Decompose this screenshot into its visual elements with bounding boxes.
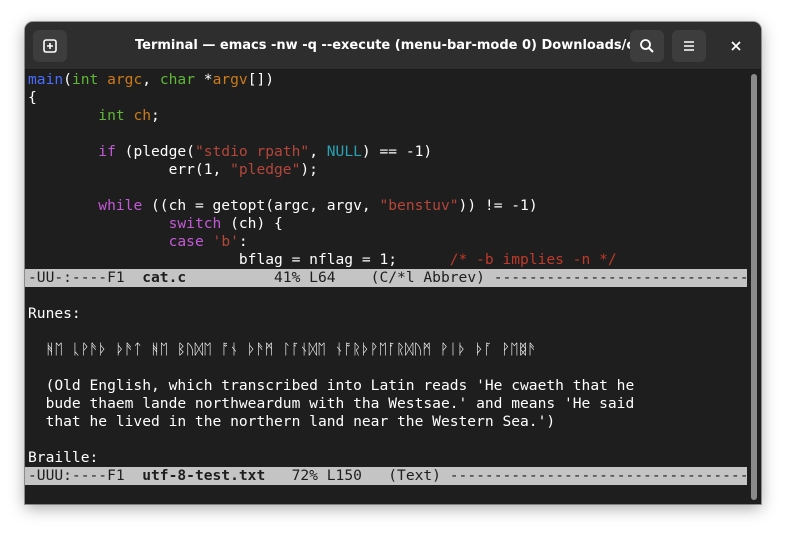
text-line: Braille: — [28, 449, 98, 467]
text-segment — [28, 215, 169, 232]
scrollbar[interactable] — [747, 70, 761, 504]
text-segment — [28, 233, 169, 250]
hamburger-menu-icon — [684, 41, 694, 51]
text-segment: (ch) { — [221, 215, 283, 232]
text-segment: err(1, — [28, 161, 231, 178]
text-segment: switch — [168, 215, 222, 232]
search-button[interactable] — [630, 30, 664, 62]
text-segment: bude thaem lande northweardum with tha W… — [28, 395, 635, 412]
text-line: ᚻᛖ ᚳᚹᚫᚦ ᚦᚫᛏ ᚻᛖ ᛒᚢᛞᛖ ᚩᚾ ᚦᚫᛗ ᛚᚪᚾᛞᛖ ᚾᚩᚱᚦᚹᛖᚪ… — [28, 341, 537, 359]
new-tab-button[interactable] — [33, 30, 67, 62]
text-segment: ch — [133, 107, 152, 124]
text-segment: int — [98, 107, 125, 124]
mode-line-status: -UU-:----F1 — [28, 269, 143, 286]
text-segment: ( — [63, 71, 72, 88]
text-segment — [28, 197, 98, 214]
text-segment: , — [309, 143, 327, 160]
text-line: bude thaem lande northweardum with tha W… — [28, 395, 635, 413]
mode-line-utf8-test[interactable]: -UUU:----F1 utf-8-test.txt 72% L150 (Tex… — [25, 467, 747, 485]
mode-line-buffer-name: utf-8-test.txt — [142, 467, 266, 484]
text-segment: char — [159, 71, 195, 88]
text-segment: argc — [107, 71, 143, 88]
text-segment: (pledge( — [115, 143, 195, 160]
text-line: that he lived in the northern land near … — [28, 413, 556, 431]
text-segment: that he lived in the northern land near … — [28, 413, 556, 430]
text-line: case 'b': — [28, 233, 248, 251]
text-line: (Old English, which transcribed into Lat… — [28, 377, 635, 395]
terminal-window: Terminal — emacs -nw -q --execute (menu-… — [25, 22, 761, 504]
text-line: if (pledge("stdio rpath", NULL) == -1) — [28, 143, 432, 161]
text-segment: case — [168, 233, 204, 250]
mode-line-status: -UUU:----F1 — [28, 467, 143, 484]
text-segment: : — [238, 233, 248, 250]
text-segment — [28, 107, 98, 124]
text-segment: NULL — [326, 143, 362, 160]
text-segment: "pledge" — [230, 161, 301, 178]
text-segment: , — [142, 71, 160, 88]
text-segment: /* -b implies -n */ — [449, 251, 617, 268]
text-line: err(1, "pledge"); — [28, 161, 318, 179]
scrollbar-thumb[interactable] — [751, 74, 757, 500]
text-segment: "benstuv" — [379, 197, 459, 214]
text-line: while ((ch = getopt(argc, argv, "benstuv… — [28, 197, 538, 215]
text-segment: "stdio rpath" — [194, 143, 310, 160]
text-segment: * — [195, 71, 213, 88]
mode-line-info: 72% L150 (Text) ------------------------… — [291, 467, 747, 484]
new-tab-icon — [43, 39, 57, 53]
text-segment: bflag = nflag = 1; — [28, 251, 450, 268]
text-line: Runes: — [28, 305, 81, 323]
text-segment: ); — [300, 161, 318, 178]
text-segment: { — [28, 89, 37, 106]
text-segment: ) == -1) — [361, 143, 433, 160]
text-line: bflag = nflag = 1; /* -b implies -n */ — [28, 251, 617, 269]
text-segment: (Old English, which transcribed into Lat… — [28, 377, 635, 394]
text-segment: argv — [212, 71, 248, 88]
text-segment: int — [71, 71, 99, 88]
text-line: { — [28, 89, 37, 107]
close-button[interactable] — [719, 30, 753, 62]
close-icon — [731, 41, 741, 51]
text-segment: while — [98, 197, 143, 214]
text-segment: []) — [247, 71, 275, 88]
text-segment: if — [98, 143, 116, 160]
window-title: Terminal — emacs -nw -q --execute (menu-… — [135, 38, 651, 53]
text-segment: ᚻᛖ ᚳᚹᚫᚦ ᚦᚫᛏ ᚻᛖ ᛒᚢᛞᛖ ᚩᚾ ᚦᚫᛗ ᛚᚪᚾᛞᛖ ᚾᚩᚱᚦᚹᛖᚪ… — [28, 341, 537, 358]
text-segment: ((ch = getopt(argc, argv, — [142, 197, 380, 214]
mode-line-info: 41% L64 (C/*l Abbrev) ------------------… — [186, 269, 747, 286]
title-bar: Terminal — emacs -nw -q --execute (menu-… — [25, 22, 761, 70]
terminal-content[interactable]: main(int argc, char *argv[]){ int ch; if… — [25, 70, 747, 504]
text-segment: 'b' — [212, 233, 239, 250]
mode-line-buffer-name: cat.c — [142, 269, 187, 286]
text-segment: )) != -1) — [458, 197, 538, 214]
text-segment: main — [28, 71, 64, 88]
text-line: main(int argc, char *argv[]) — [28, 71, 274, 89]
text-segment: Runes: — [28, 305, 81, 322]
text-line: switch (ch) { — [28, 215, 283, 233]
search-icon — [640, 39, 654, 53]
mode-line-cat-c[interactable]: -UU-:----F1 cat.c 41% L64 (C/*l Abbrev) … — [25, 269, 747, 287]
text-segment: Braille: — [28, 449, 99, 466]
menu-button[interactable] — [672, 30, 706, 62]
text-segment — [28, 143, 98, 160]
text-line: int ch; — [28, 107, 160, 125]
text-segment: ; — [151, 107, 160, 124]
text-segment — [98, 71, 107, 88]
text-segment — [204, 233, 213, 250]
